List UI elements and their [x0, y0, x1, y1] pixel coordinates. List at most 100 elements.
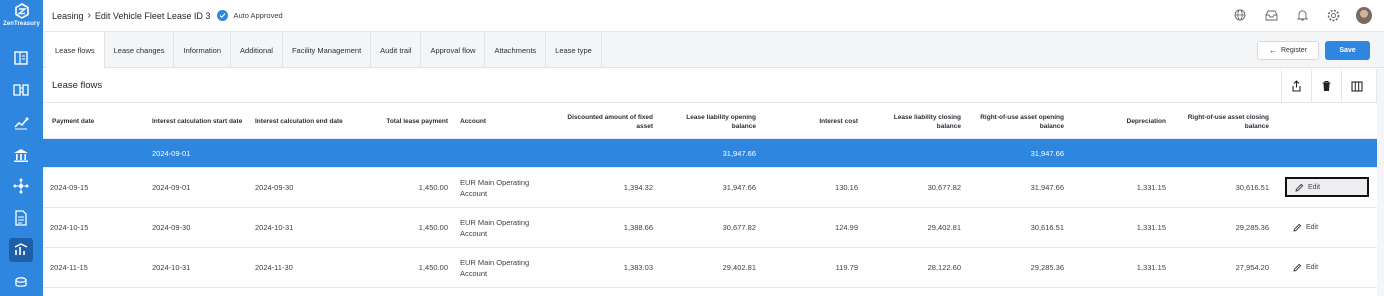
arrow-left-icon: ←	[1268, 46, 1277, 55]
sidebar: ZenTreasury	[0, 0, 43, 296]
bell-icon[interactable]	[1294, 7, 1310, 23]
sidebar-item-coins[interactable]	[9, 270, 33, 294]
tab-information[interactable]: Information	[174, 32, 232, 68]
breadcrumb-section[interactable]: Leasing	[52, 11, 84, 21]
tab-lease-type[interactable]: Lease type	[546, 32, 602, 68]
cell-payment-date: 2024-10-15	[50, 223, 89, 232]
tab-lease-changes[interactable]: Lease changes	[105, 32, 175, 68]
sidebar-item-ledger[interactable]	[9, 46, 33, 70]
cell-interest-cost: 130.16	[835, 183, 858, 192]
col-depreciation[interactable]: Depreciation	[1076, 104, 1166, 139]
globe-icon[interactable]	[1232, 7, 1248, 23]
sidebar-item-report[interactable]	[9, 206, 33, 230]
settings-icon[interactable]	[1325, 7, 1341, 23]
logo-icon	[14, 3, 29, 19]
table-row[interactable]: 2024-11-15 2024-10-31 2024-11-30 1,450.0…	[43, 248, 1377, 288]
cell-liability-opening: 31,947.66	[722, 183, 756, 192]
columns-icon	[1350, 80, 1363, 92]
breadcrumb-page: Edit Vehicle Fleet Lease ID 3	[94, 10, 211, 21]
sidebar-item-bank[interactable]	[9, 143, 33, 167]
tab-approval-flow[interactable]: Approval flow	[421, 32, 486, 68]
cell-discounted-amount: 1,383.03	[623, 263, 653, 272]
cell-rou-closing: 29,285.36	[1235, 223, 1269, 232]
col-liability-closing[interactable]: Lease liability closing balance	[871, 104, 961, 139]
table-header: Payment date Interest calculation start …	[43, 104, 1377, 139]
table-row[interactable]: 2024-09-01 31,947.66 31,947.66	[43, 139, 1377, 168]
tab-facility-management[interactable]: Facility Management	[283, 32, 372, 68]
sidebar-item-network[interactable]	[9, 174, 33, 198]
edit-label: Edit	[1306, 223, 1319, 231]
cell-liability-closing: 30,677.82	[927, 183, 961, 192]
panel-header: Lease flows	[43, 69, 1377, 103]
cell-account: EUR Main Operating Account	[460, 177, 530, 198]
check-circle-icon	[217, 10, 229, 21]
tab-additional[interactable]: Additional	[231, 32, 283, 68]
tab-audit-trail[interactable]: Audit trail	[371, 32, 422, 68]
cell-rou-opening: 31,947.66	[1030, 183, 1064, 192]
cell-interest-cost: 124.99	[835, 223, 858, 232]
top-bar: Leasing › Edit Vehicle Fleet Lease ID 3 …	[43, 0, 1384, 32]
col-rou-closing[interactable]: Right-of-use asset closing balance	[1174, 104, 1269, 139]
edit-button[interactable]: Edit	[1285, 217, 1369, 237]
cell-liability-closing: 29,402.81	[927, 223, 961, 232]
cell-discounted-amount: 1,388.66	[623, 223, 653, 232]
scrollbar-track[interactable]	[1377, 69, 1384, 296]
table-row[interactable]: 2024-09-15 2024-09-01 2024-09-30 1,450.0…	[43, 168, 1377, 208]
col-total-payment[interactable]: Total lease payment	[368, 104, 448, 139]
transfer-icon	[13, 84, 29, 96]
cell-total-payment: 1,450.00	[418, 183, 448, 192]
tab-bar: Lease flows Lease changes Information Ad…	[43, 32, 1384, 68]
inbox-icon[interactable]	[1263, 7, 1279, 23]
cell-interest-start: 2024-09-01	[152, 183, 191, 192]
col-liability-opening[interactable]: Lease liability opening balance	[666, 104, 756, 139]
trash-icon	[1322, 80, 1331, 91]
app-logo[interactable]: ZenTreasury	[0, 2, 43, 32]
register-label: Register	[1280, 47, 1308, 54]
register-button[interactable]: ← Register	[1257, 41, 1319, 60]
columns-button[interactable]	[1341, 69, 1371, 103]
cell-rou-opening: 30,616.51	[1030, 223, 1064, 232]
breadcrumb: Leasing › Edit Vehicle Fleet Lease ID 3 …	[52, 10, 283, 21]
cell-interest-cost: 119.79	[835, 263, 858, 272]
col-rou-opening[interactable]: Right-of-use asset opening balance	[968, 104, 1064, 139]
panel-title: Lease flows	[52, 80, 103, 91]
cell-discounted-amount: 1,394.32	[623, 183, 653, 192]
col-interest-end[interactable]: Interest calculation end date	[255, 104, 345, 139]
share-icon	[1292, 80, 1301, 92]
cell-liability-opening: 31,947.66	[722, 148, 756, 158]
cell-rou-closing: 27,954.20	[1235, 263, 1269, 272]
tab-attachments[interactable]: Attachments	[485, 32, 547, 68]
report-icon	[15, 210, 27, 226]
edit-label: Edit	[1308, 183, 1321, 191]
cell-liability-closing: 28,122.60	[927, 263, 961, 272]
cell-interest-start: 2024-09-01	[152, 148, 191, 158]
lease-icon	[14, 243, 28, 255]
cell-payment-date: 2024-09-15	[50, 183, 89, 192]
table-row[interactable]: 2024-10-15 2024-09-30 2024-10-31 1,450.0…	[43, 208, 1377, 248]
tabs: Lease flows Lease changes Information Ad…	[46, 32, 602, 68]
logo-text: ZenTreasury	[3, 21, 40, 27]
sidebar-item-chart[interactable]	[9, 111, 33, 135]
cell-total-payment: 1,450.00	[418, 263, 448, 272]
col-interest-cost[interactable]: Interest cost	[768, 104, 858, 139]
delete-button[interactable]	[1311, 69, 1341, 103]
col-discounted-amount[interactable]: Discounted amount of fixed asset	[563, 104, 653, 139]
cell-interest-end: 2024-09-30	[255, 183, 294, 192]
sidebar-item-lease[interactable]	[9, 238, 33, 262]
edit-label: Edit	[1306, 263, 1319, 271]
export-button[interactable]	[1281, 69, 1311, 103]
sidebar-item-transfer[interactable]	[9, 78, 33, 102]
top-icons	[1217, 6, 1372, 24]
edit-button[interactable]: Edit	[1285, 257, 1369, 277]
cell-total-payment: 1,450.00	[418, 223, 448, 232]
col-account[interactable]: Account	[460, 104, 550, 139]
tab-lease-flows[interactable]: Lease flows	[46, 32, 105, 68]
cell-interest-end: 2024-11-30	[255, 263, 293, 272]
edit-button[interactable]: Edit	[1285, 177, 1369, 197]
col-interest-start[interactable]: Interest calculation start date	[152, 104, 244, 139]
edit-icon	[1295, 183, 1304, 192]
col-payment-date[interactable]: Payment date	[52, 104, 142, 139]
save-button[interactable]: Save	[1325, 41, 1370, 60]
cell-interest-end: 2024-10-31	[255, 223, 294, 232]
avatar[interactable]	[1356, 6, 1372, 24]
